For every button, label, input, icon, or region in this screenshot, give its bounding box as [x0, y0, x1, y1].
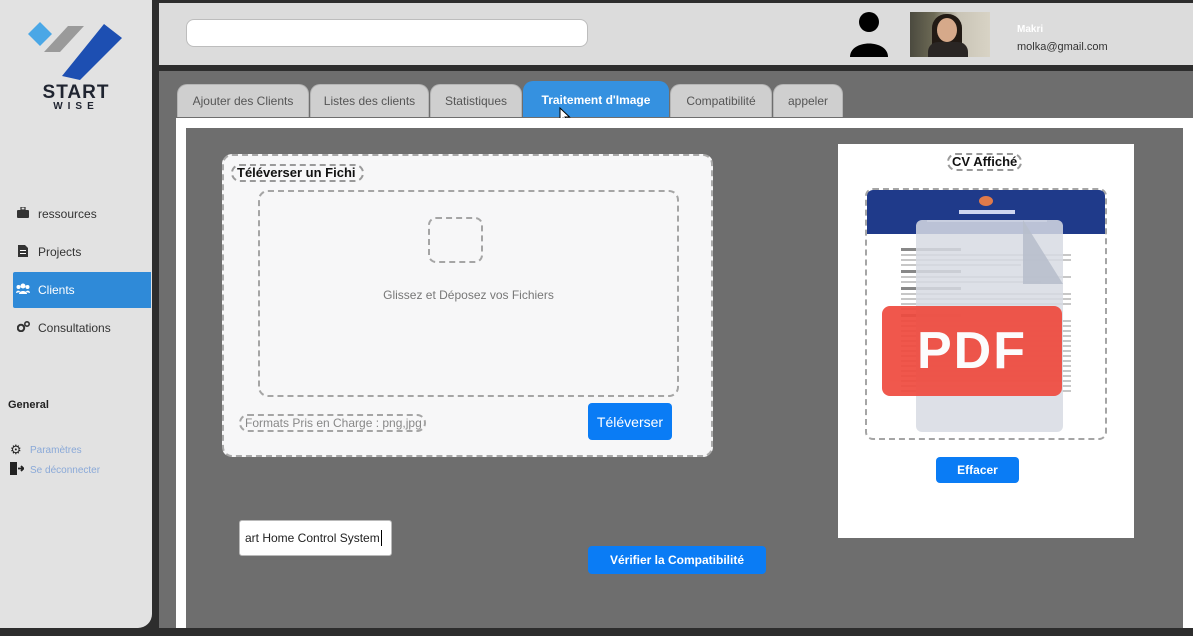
user-photo[interactable]: [910, 12, 990, 57]
dropzone-text: Glissez et Déposez vos Fichiers: [383, 288, 554, 302]
briefcase-icon: [16, 206, 30, 221]
upload-title: Téléverser un Fichi: [231, 164, 364, 182]
project-title-input[interactable]: art Home Control System: [239, 520, 392, 556]
cv-title: CV Affiché: [947, 153, 1023, 171]
general-heading: General: [8, 399, 49, 411]
sidebar-item-ressources[interactable]: ressources: [13, 196, 151, 232]
verify-compatibility-button[interactable]: Vérifier la Compatibilité: [588, 546, 766, 574]
tab-ajouter-clients[interactable]: Ajouter des Clients: [177, 84, 309, 117]
logout-link[interactable]: Se déconnecter: [10, 462, 100, 478]
logout-icon: [10, 462, 26, 478]
logout-label: Se déconnecter: [30, 464, 101, 476]
file-dropzone[interactable]: Glissez et Déposez vos Fichiers: [258, 190, 679, 397]
sidebar-item-label: Projects: [38, 245, 82, 259]
gear-icon: ⚙: [10, 442, 22, 457]
sidebar-item-projects[interactable]: Projects: [13, 234, 151, 270]
tab-appeler[interactable]: appeler: [773, 84, 843, 117]
upload-card: Téléverser un Fichi Glissez et Déposez v…: [222, 154, 713, 457]
tab-traitement-image[interactable]: Traitement d'Image: [523, 81, 669, 117]
project-input-value: art Home Control System: [245, 531, 380, 545]
text-caret: [380, 530, 382, 546]
cv-preview-panel: CV Affiché PDF Effacer: [838, 144, 1134, 538]
sidebar-item-clients[interactable]: Clients: [13, 272, 151, 308]
search-input[interactable]: [186, 19, 588, 47]
user-avatar-icon[interactable]: [849, 11, 889, 57]
upload-placeholder-icon: [428, 217, 483, 263]
sidebar-item-label: Consultations: [38, 321, 111, 335]
content-frame: Téléverser un Fichi Glissez et Déposez v…: [176, 118, 1193, 628]
top-header: Makri molka@gmail.com: [159, 3, 1193, 65]
app-window: START WISE ressources Projects Clients C…: [0, 0, 1193, 636]
pdf-icon: PDF: [882, 306, 1062, 396]
sidebar: START WISE ressources Projects Clients C…: [0, 0, 152, 628]
gears-icon: [16, 320, 30, 335]
user-email: molka@gmail.com: [1017, 41, 1108, 53]
tab-statistiques[interactable]: Statistiques: [430, 84, 522, 117]
clear-button[interactable]: Effacer: [936, 457, 1019, 483]
tab-compatibilite[interactable]: Compatibilité: [670, 84, 772, 117]
document-icon: [16, 244, 30, 260]
tab-listes-clients[interactable]: Listes des clients: [310, 84, 429, 117]
logo-wise-text: WISE: [53, 101, 99, 112]
settings-label: Paramètres: [30, 444, 82, 456]
image-processing-panel: Téléverser un Fichi Glissez et Déposez v…: [186, 128, 1183, 628]
sidebar-item-label: ressources: [38, 207, 97, 221]
cv-image-frame: PDF: [865, 188, 1107, 440]
main-panel: Ajouter des Clients Listes des clients S…: [159, 71, 1193, 628]
sidebar-item-consultations[interactable]: Consultations: [13, 310, 151, 346]
settings-link[interactable]: ⚙ Paramètres: [10, 442, 82, 458]
sidebar-item-label: Clients: [38, 283, 75, 297]
supported-formats: Formats Pris en Charge : png,jpg: [239, 414, 426, 432]
users-icon: [16, 283, 30, 297]
upload-button[interactable]: Téléverser: [588, 403, 672, 440]
user-name: Makri: [1017, 24, 1044, 35]
